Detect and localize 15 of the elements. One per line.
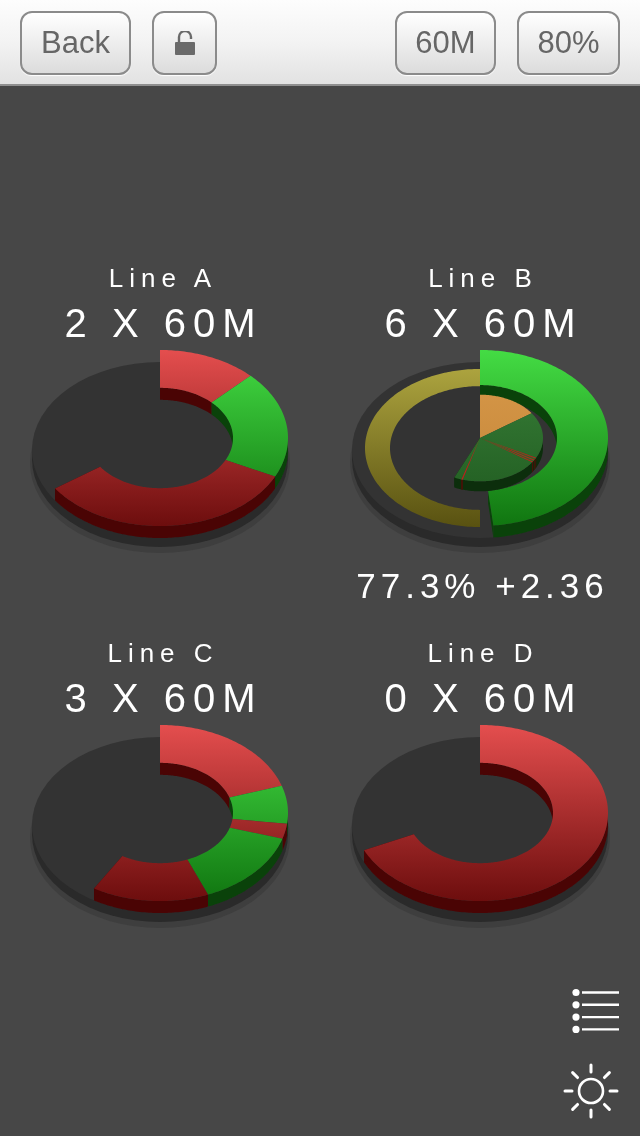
- list-icon[interactable]: [572, 988, 619, 1034]
- gauge-value: 0 X 60M: [384, 676, 583, 720]
- back-button[interactable]: Back: [20, 11, 131, 75]
- gauge-value: 3 X 60M: [64, 676, 263, 720]
- sun-icon[interactable]: [563, 1063, 619, 1119]
- gauge-value: 2 X 60M: [64, 301, 263, 345]
- gauge-title: Line D: [427, 639, 539, 667]
- gauge-value: 6 X 60M: [384, 301, 583, 345]
- gauge-reading: 77.3% +2.36: [356, 566, 609, 606]
- gauge-title: Line C: [107, 639, 219, 667]
- interval-button[interactable]: 60M: [395, 11, 496, 75]
- percentage-button[interactable]: 80%: [517, 11, 620, 75]
- gauge-title: Line B: [428, 264, 538, 292]
- gauge-title: Line A: [108, 264, 218, 292]
- lock-button[interactable]: [152, 11, 217, 75]
